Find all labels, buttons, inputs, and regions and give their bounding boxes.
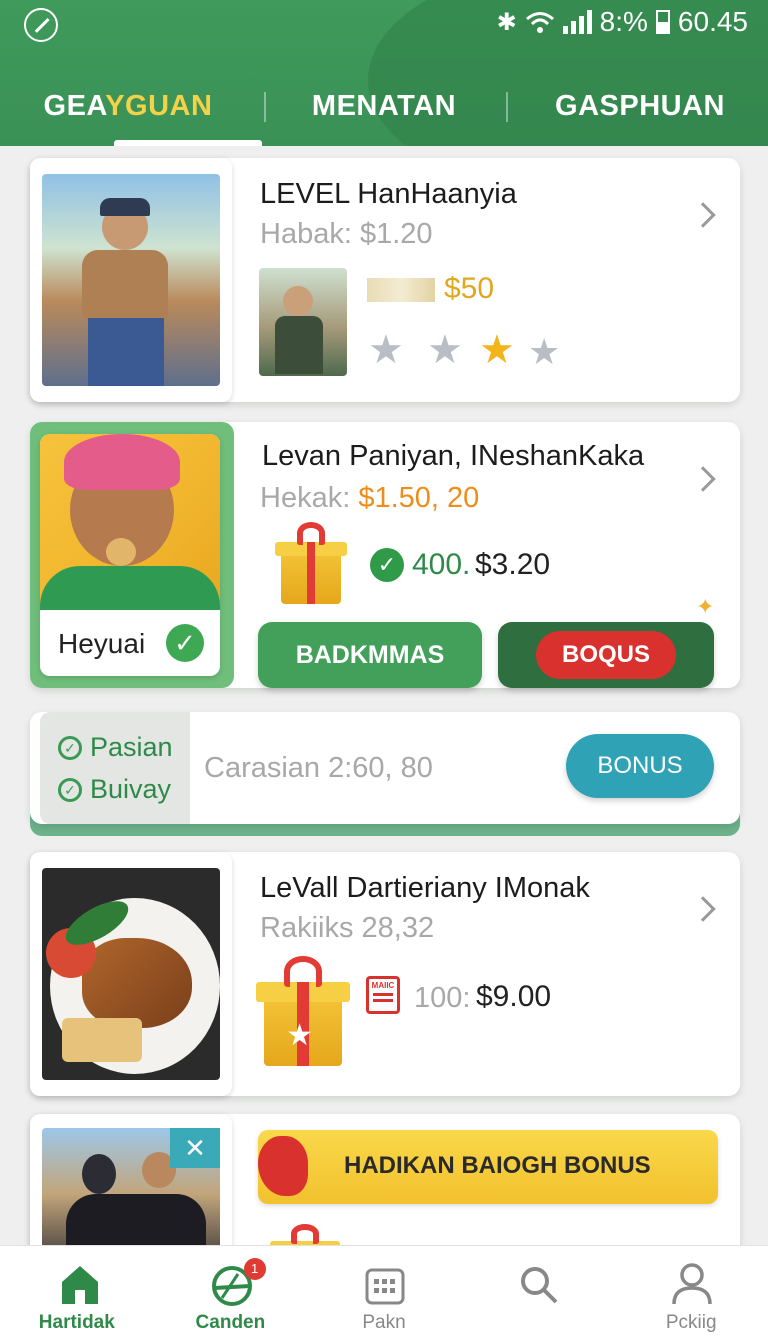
star-filled-icon: ★ xyxy=(479,328,515,372)
tab-label-part-a: GEA xyxy=(43,90,106,122)
chevron-right-icon[interactable] xyxy=(690,466,716,492)
hand-tap-icon xyxy=(258,1136,308,1196)
nav-label: Canden xyxy=(195,1312,266,1333)
card-price-value: $1.50, 20 xyxy=(358,482,480,514)
reward-ticket-icon xyxy=(367,278,435,302)
check-shield-icon: ✓ xyxy=(58,777,82,802)
bonus-button-container[interactable]: BOQUS xyxy=(498,622,714,688)
nav-label: Hartidak xyxy=(38,1312,115,1333)
bluetooth-icon: ✱ xyxy=(496,8,517,36)
tab-divider xyxy=(264,92,266,122)
tab-geayguan[interactable]: GEAYGUAN xyxy=(0,66,262,146)
chevron-right-icon[interactable] xyxy=(690,896,716,922)
tab-label-part-b: YGUAN xyxy=(105,90,213,122)
card-title: LeVall Dartieriany IMonak xyxy=(260,872,590,904)
home-icon xyxy=(62,1266,98,1304)
star-empty-icon: ★ xyxy=(427,328,463,372)
calendar-icon xyxy=(365,1268,405,1305)
check-circle-icon: ✓ xyxy=(370,548,404,582)
bonus-pill: BOQUS xyxy=(535,631,676,679)
option-pasian[interactable]: ✓ Pasian xyxy=(58,732,173,763)
list-item-card-4[interactable]: LeVall Dartieriany IMonak Rakiiks 28,32 … xyxy=(30,852,740,1096)
nav-item-home[interactable]: Hartidak xyxy=(0,1246,154,1344)
star-empty-icon: ★ xyxy=(368,328,404,372)
sparkle-decoration: ✦ xyxy=(696,594,715,619)
reward-count: 100: xyxy=(414,982,471,1014)
reward-amount: $9.00 xyxy=(476,980,552,1013)
list-item-card-2[interactable]: Heyuai ✓ Levan Paniyan, INeshanKaka Heka… xyxy=(30,422,740,688)
option-label: Buivay xyxy=(90,774,172,804)
check-shield-icon: ✓ xyxy=(58,735,82,760)
card-thumbnail xyxy=(30,158,232,402)
summary-text: Carasian 2:60, 80 xyxy=(204,752,433,784)
chevron-right-icon[interactable] xyxy=(690,202,716,228)
bonus-button[interactable]: BONUS xyxy=(566,734,714,798)
calendar-badge-text: MAIIC xyxy=(371,981,395,990)
notification-badge: 1 xyxy=(243,1258,266,1280)
card-price: Rakiiks 28,32 xyxy=(260,912,435,944)
child-photo xyxy=(40,434,220,610)
wifi-icon xyxy=(525,12,554,33)
card-title: Levan Paniyan, INeshanKaka xyxy=(262,440,645,472)
tab-menatan[interactable]: MENATAN xyxy=(256,66,512,146)
option-buivay[interactable]: ✓ Buivay xyxy=(58,774,171,805)
battery-icon xyxy=(655,10,670,34)
tab-divider xyxy=(506,92,508,122)
tab-gasphuan[interactable]: GASPHUAN xyxy=(512,66,768,146)
category-tabs: GEAYGUAN MENATAN GASPHUAN xyxy=(0,66,768,146)
star-empty-icon: ★ xyxy=(528,331,561,372)
card-title: LEVEL HanHaanyia xyxy=(260,178,517,210)
clock-icon xyxy=(24,8,58,42)
reward-count: 400. xyxy=(412,548,471,581)
nav-item-canden[interactable]: 1 Canden xyxy=(154,1246,308,1344)
person-photo xyxy=(42,174,220,386)
card-price-prefix: Hekak: xyxy=(260,482,351,514)
search-icon xyxy=(520,1267,558,1304)
nav-label: Pckiig xyxy=(665,1312,717,1333)
nav-item-profile[interactable]: Pckiig xyxy=(614,1246,768,1344)
close-icon[interactable]: ✕ xyxy=(170,1128,220,1168)
option-label: Pasian xyxy=(90,732,173,762)
gift-box-icon xyxy=(275,522,347,604)
option-panel xyxy=(40,712,190,824)
reward-amount: $3.20 xyxy=(475,548,551,581)
card-thumbnail xyxy=(30,852,232,1096)
list-item-card-1[interactable]: LEVEL HanHaanyia Habak: $1.20 $50 ★ ★ ★ … xyxy=(30,158,740,402)
small-person-photo xyxy=(259,268,347,376)
app-header: ✱ 8:% 60.45 GEAYGUAN MENATAN GASPHUAN xyxy=(0,0,768,146)
card-badge-label: Heyuai xyxy=(58,628,146,659)
badkmmas-button[interactable]: BADKMMAS xyxy=(258,622,482,688)
nav-item-pakn[interactable]: Pakn xyxy=(307,1246,461,1344)
calendar-badge-icon: MAIIC xyxy=(366,976,400,1014)
profile-icon xyxy=(672,1263,713,1305)
bonus-summary-row[interactable]: ✓ Pasian ✓ Buivay Carasian 2:60, 80 BONU… xyxy=(30,712,740,824)
food-photo xyxy=(42,868,220,1080)
promo-banner[interactable]: HADIKAN BAIOGH BONUS xyxy=(258,1130,718,1204)
nav-item-search[interactable] xyxy=(461,1246,615,1344)
tab-label: MENATAN xyxy=(311,90,457,122)
card-price: Habak: $1.20 xyxy=(260,218,433,250)
status-bar: ✱ 8:% 60.45 xyxy=(0,0,768,48)
card-thumbnail: Heyuai ✓ xyxy=(40,434,220,676)
promo-banner-text: HADIKAN BAIOGH BONUS xyxy=(344,1152,651,1179)
bottom-navigation: Hartidak 1 Canden Pakn Pckiig xyxy=(0,1245,768,1344)
nav-label: Pakn xyxy=(362,1312,406,1333)
signal-icon xyxy=(562,10,592,34)
gift-box-icon: ★ xyxy=(256,956,350,1066)
battery-percent: 8:% xyxy=(599,6,648,37)
reward-amount: $50 xyxy=(444,272,495,305)
verified-check-icon: ✓ xyxy=(166,624,204,662)
status-time: 60.45 xyxy=(677,6,748,37)
tab-label: GASPHUAN xyxy=(555,90,725,122)
